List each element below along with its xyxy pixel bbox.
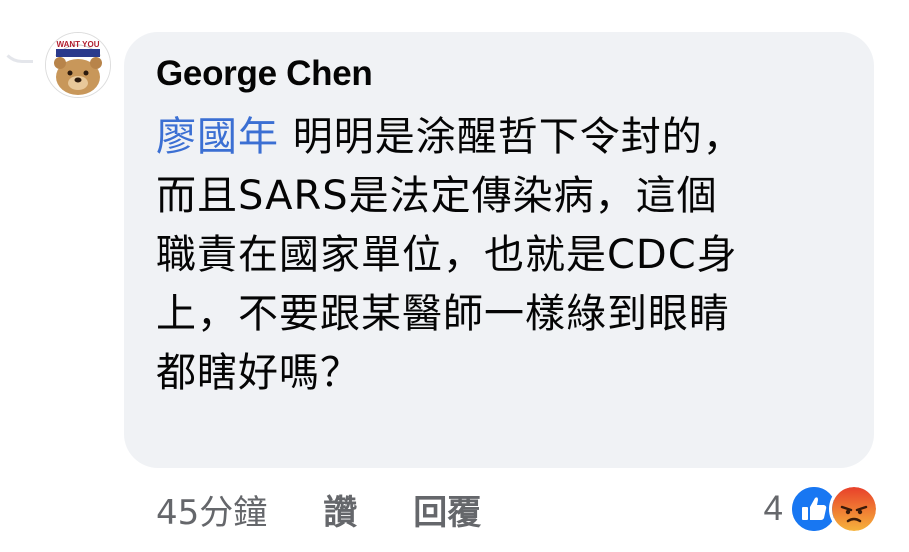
mention-link[interactable]: 廖國年: [156, 114, 279, 160]
angry-icon: [829, 484, 879, 534]
comment-actions: 45分鐘 讚 回覆: [156, 485, 481, 534]
teddy-bear-avatar-image: WANT YOU: [46, 33, 110, 97]
comment-bubble: George Chen 廖國年 明明是涂醒哲下令封的， 而且SARS是法定傳染病…: [124, 32, 874, 468]
comment-container: WANT YOU George Chen 廖國年 明明是涂醒哲下令封的， 而且S…: [0, 0, 909, 552]
comment-line-5: 都瞎好嗎？: [156, 350, 361, 396]
avatar[interactable]: WANT YOU: [45, 32, 111, 98]
reaction-count: 4: [763, 489, 783, 528]
thread-connector: [0, 30, 33, 63]
comment-author[interactable]: George Chen: [156, 54, 373, 94]
avatar-hat-text: WANT YOU: [57, 40, 100, 49]
comment-line-3: 職責在國家單位，也就是CDC身: [156, 232, 738, 278]
comment-line-2: 而且SARS是法定傳染病，這個: [156, 173, 718, 219]
reply-button[interactable]: 回覆: [413, 485, 481, 534]
reactions-summary[interactable]: 4: [764, 484, 879, 534]
comment-timestamp[interactable]: 45分鐘: [156, 485, 267, 534]
comment-line-4: 上，不要跟某醫師一樣綠到眼睛: [156, 291, 730, 337]
comment-line-1: 明明是涂醒哲下令封的，: [279, 114, 744, 160]
like-button[interactable]: 讚: [323, 485, 357, 534]
comment-body: 廖國年 明明是涂醒哲下令封的， 而且SARS是法定傳染病，這個 職責在國家單位，…: [156, 108, 846, 403]
